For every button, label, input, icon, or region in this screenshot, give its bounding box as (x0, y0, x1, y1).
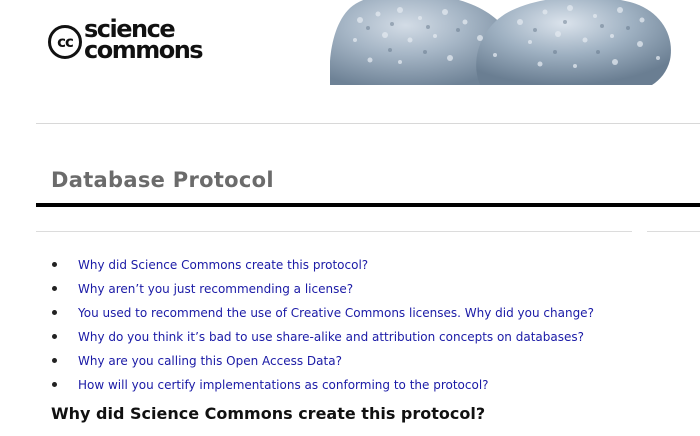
list-item: Why do you think it’s bad to use share-a… (51, 328, 594, 352)
faq-link[interactable]: Why are you calling this Open Access Dat… (78, 354, 342, 368)
faq-link[interactable]: Why did Science Commons create this prot… (78, 258, 368, 272)
logo-text-commons: commons (84, 36, 204, 64)
faq-link[interactable]: You used to recommend the use of Creativ… (78, 306, 594, 320)
list-item: How will you certify implementations as … (51, 376, 594, 400)
bullet-icon (52, 334, 57, 339)
list-item: Why aren’t you just recommending a licen… (51, 280, 594, 304)
list-item: Why did Science Commons create this prot… (51, 256, 594, 280)
list-item: You used to recommend the use of Creativ… (51, 304, 594, 328)
page: cc science commons Database Protocol Why… (0, 0, 700, 436)
faq-link-list: Why did Science Commons create this prot… (51, 256, 594, 400)
faq-link[interactable]: Why aren’t you just recommending a licen… (78, 282, 353, 296)
faq-link[interactable]: Why do you think it’s bad to use share-a… (78, 330, 584, 344)
bullet-icon (52, 358, 57, 363)
bullet-icon (52, 382, 57, 387)
bullet-icon (52, 286, 57, 291)
science-commons-logo[interactable]: cc science commons (48, 16, 224, 66)
header-banner-image (330, 0, 700, 85)
header-divider (36, 123, 700, 124)
bullet-icon (52, 262, 57, 267)
list-item: Why are you calling this Open Access Dat… (51, 352, 594, 376)
title-rule (36, 203, 700, 207)
page-title: Database Protocol (51, 168, 274, 192)
cc-logo-icon: cc (48, 25, 82, 59)
bullet-icon (52, 310, 57, 315)
bacteria-micrograph (330, 0, 671, 85)
content-divider (36, 231, 632, 232)
sidebar-divider (647, 231, 700, 232)
faq-link[interactable]: How will you certify implementations as … (78, 378, 489, 392)
section-heading: Why did Science Commons create this prot… (51, 404, 486, 423)
